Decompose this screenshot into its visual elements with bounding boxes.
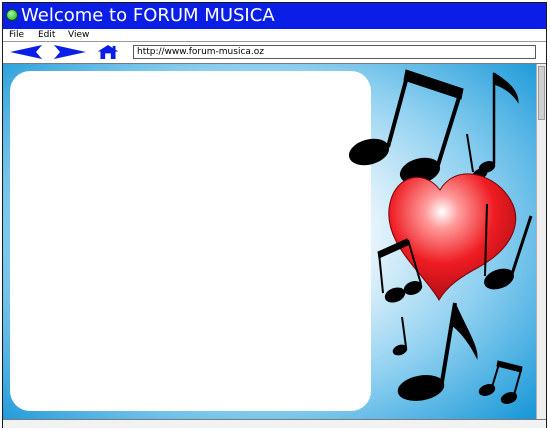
status-bar xyxy=(3,419,546,428)
address-bar[interactable]: http://www.forum-musica.oz xyxy=(133,45,536,59)
large-eighth-note xyxy=(397,302,478,401)
forward-arrow-icon[interactable] xyxy=(53,44,87,60)
small-quarter-note xyxy=(392,316,408,356)
window-title: Welcome to FORUM MUSICA xyxy=(21,5,275,26)
small-note-upper-right xyxy=(478,72,519,173)
page-viewport xyxy=(3,64,536,419)
music-notes-heart-illustration xyxy=(348,69,533,404)
green-dot-icon xyxy=(6,9,18,21)
toolbar: http://www.forum-musica.oz xyxy=(3,42,546,64)
beamed-notes-bottom-right xyxy=(478,360,523,404)
browser-window: Welcome to FORUM MUSICA File Edit View h… xyxy=(2,2,547,428)
beamed-notes-top xyxy=(348,69,464,185)
home-icon[interactable] xyxy=(96,44,120,60)
menu-bar: File Edit View xyxy=(3,29,546,42)
scrollbar-thumb[interactable] xyxy=(538,66,545,120)
back-arrow-icon[interactable] xyxy=(9,44,43,60)
menu-edit[interactable]: Edit xyxy=(38,29,55,41)
title-bar[interactable]: Welcome to FORUM MUSICA xyxy=(3,3,546,30)
menu-file[interactable]: File xyxy=(9,29,24,41)
vertical-scrollbar[interactable] xyxy=(536,64,546,419)
menu-view[interactable]: View xyxy=(68,29,89,41)
